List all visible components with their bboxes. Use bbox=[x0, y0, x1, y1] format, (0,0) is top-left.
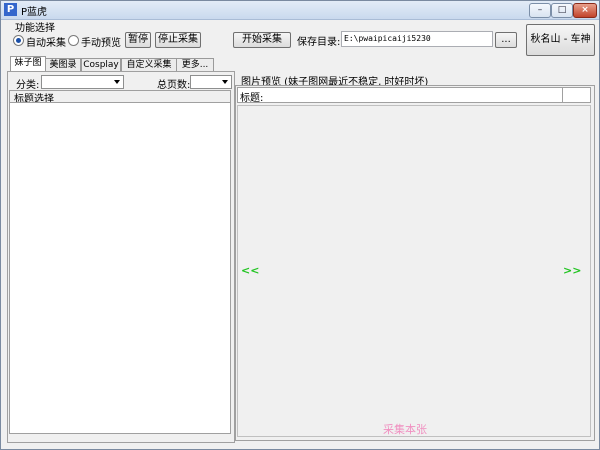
auto-collect-label[interactable]: 自动采集 bbox=[26, 34, 66, 49]
save-dir-value: E:\pwaipicaiji5230 bbox=[344, 34, 431, 43]
stop-collect-button[interactable]: 停止采集 bbox=[155, 32, 201, 48]
preview-title-bar: 标题: bbox=[237, 87, 591, 104]
category-select[interactable] bbox=[41, 75, 124, 89]
maximize-button[interactable]: □ bbox=[551, 3, 573, 18]
save-dir-field[interactable]: E:\pwaipicaiji5230 bbox=[341, 31, 493, 47]
tab-meitulu[interactable]: 美图录 bbox=[45, 58, 81, 71]
tab-more[interactable]: 更多... bbox=[176, 58, 214, 71]
title-list[interactable] bbox=[9, 102, 231, 434]
next-image-button[interactable]: >> bbox=[563, 264, 581, 277]
start-collect-button[interactable]: 开始采集 bbox=[233, 32, 291, 48]
preview-title-label: 标题: bbox=[240, 93, 264, 104]
window-title: P蓝虎 bbox=[21, 7, 48, 18]
auto-collect-radio[interactable] bbox=[13, 35, 24, 46]
total-pages-label: 总页数: bbox=[157, 80, 191, 91]
close-button[interactable]: × bbox=[573, 3, 597, 18]
prev-image-button[interactable]: << bbox=[241, 264, 259, 277]
credit-button[interactable]: 秋名山 - 车神 bbox=[526, 24, 595, 56]
app-icon: P bbox=[4, 3, 17, 16]
browse-button[interactable]: ... bbox=[495, 32, 517, 48]
function-group-title: 功能选择 bbox=[15, 23, 55, 34]
tab-custom-collect[interactable]: 自定义采集 bbox=[121, 58, 177, 71]
manual-preview-radio[interactable] bbox=[68, 35, 79, 46]
category-label: 分类: bbox=[16, 80, 40, 91]
app-window: P P蓝虎 – □ × 功能选择 自动采集 手动预览 暂停 停止采集 开始采集 … bbox=[0, 0, 600, 450]
collect-this-button[interactable]: 采集本张 bbox=[383, 421, 427, 437]
save-dir-label: 保存目录: bbox=[297, 37, 341, 48]
tab-meizitu[interactable]: 妹子图 bbox=[10, 56, 46, 72]
manual-preview-label[interactable]: 手动预览 bbox=[81, 34, 121, 49]
title-bar: P P蓝虎 – □ × bbox=[1, 1, 599, 20]
image-preview-area bbox=[237, 105, 591, 437]
chevron-down-icon bbox=[222, 80, 228, 84]
chevron-down-icon bbox=[114, 80, 120, 84]
title-bar-divider bbox=[562, 88, 563, 102]
total-pages-select[interactable] bbox=[190, 75, 232, 89]
pause-button[interactable]: 暂停 bbox=[125, 32, 151, 48]
tab-cosplay[interactable]: Cosplay bbox=[81, 58, 121, 71]
minimize-button[interactable]: – bbox=[529, 3, 551, 18]
